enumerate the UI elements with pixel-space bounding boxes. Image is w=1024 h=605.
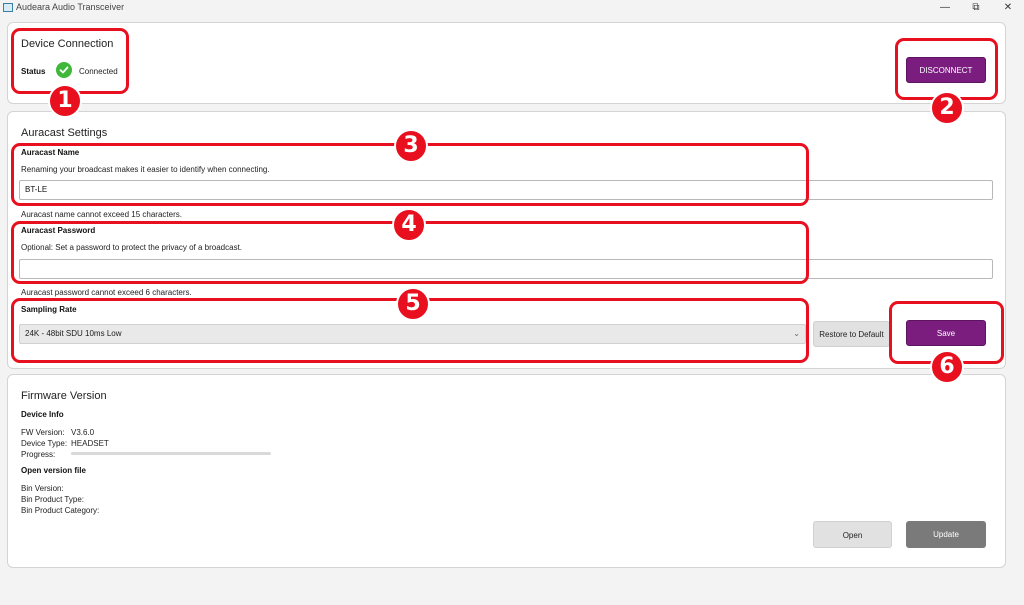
annotation-badge-2: 2	[930, 91, 964, 125]
device-connection-card	[7, 22, 1006, 104]
firmware-version-heading: Firmware Version	[21, 390, 107, 402]
annotation-badge-3: 3	[394, 129, 428, 163]
maximize-icon[interactable]: ⧉	[961, 0, 991, 16]
device-type-label: Device Type:	[21, 439, 68, 448]
device-info-label: Device Info	[21, 410, 64, 419]
auracast-name-hint: Auracast name cannot exceed 15 character…	[21, 210, 182, 219]
app-icon	[3, 3, 13, 12]
bin-version-label: Bin Version:	[21, 484, 64, 493]
open-button[interactable]: Open	[813, 521, 892, 548]
restore-default-button[interactable]: Restore to Default	[813, 321, 890, 347]
open-version-file-label: Open version file	[21, 466, 86, 475]
update-button[interactable]: Update	[906, 521, 986, 548]
auracast-password-hint: Auracast password cannot exceed 6 charac…	[21, 288, 192, 297]
window-title: Audeara Audio Transceiver	[16, 2, 125, 12]
title-bar: Audeara Audio Transceiver — ⧉ ✕	[0, 0, 1024, 16]
device-type-value: HEADSET	[71, 439, 109, 448]
annotation-badge-5: 5	[396, 287, 430, 321]
progress-label: Progress:	[21, 450, 56, 459]
annotation-badge-6: 6	[930, 350, 964, 384]
annotation-badge-1: 1	[48, 84, 82, 118]
bin-product-category-label: Bin Product Category:	[21, 506, 100, 515]
close-icon[interactable]: ✕	[993, 0, 1023, 16]
bin-product-type-label: Bin Product Type:	[21, 495, 84, 504]
firmware-progress-bar	[71, 452, 271, 455]
minimize-icon[interactable]: —	[930, 0, 960, 16]
fw-version-value: V3.6.0	[71, 428, 95, 437]
auracast-settings-heading: Auracast Settings	[21, 127, 108, 139]
annotation-badge-4: 4	[392, 208, 426, 242]
fw-version-label: FW Version:	[21, 428, 65, 437]
